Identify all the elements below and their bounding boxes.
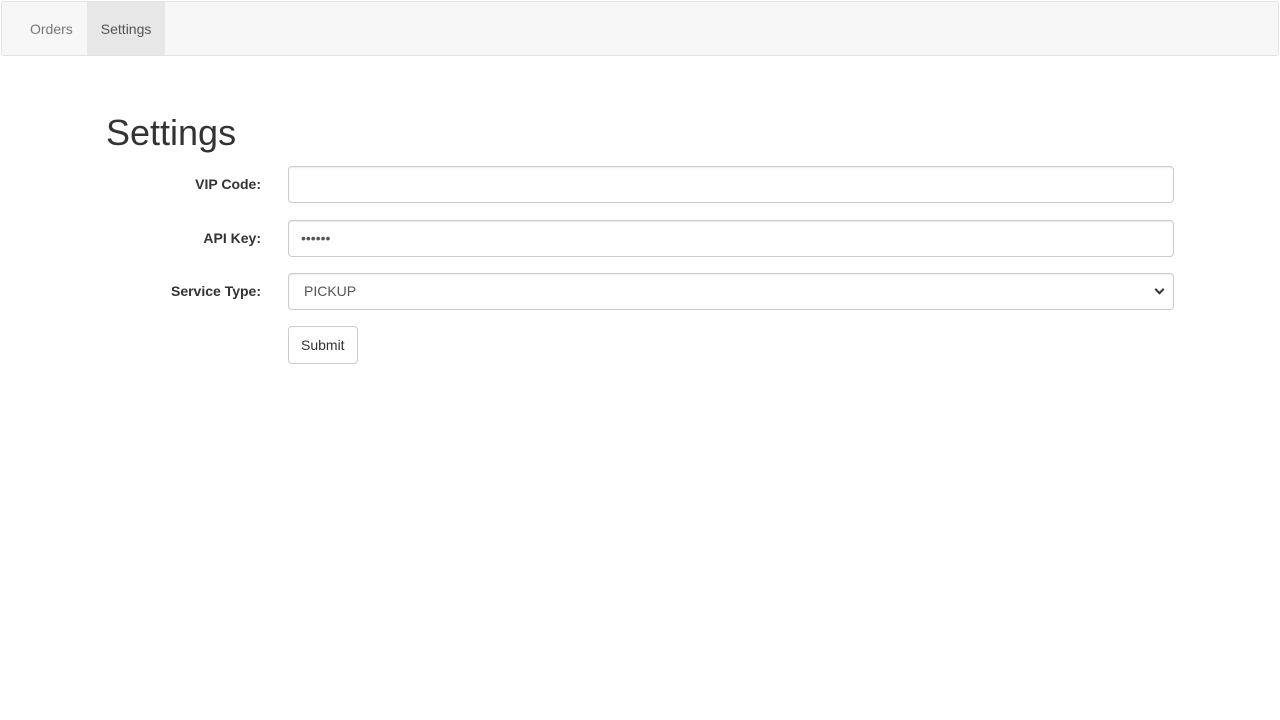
service-type-row: Service Type: PICKUP xyxy=(106,272,1174,310)
api-key-input[interactable] xyxy=(288,219,1174,257)
chevron-down-icon xyxy=(1154,284,1165,295)
submit-button[interactable]: Submit xyxy=(288,326,358,364)
api-key-row: API Key: xyxy=(106,219,1174,257)
vip-code-label: VIP Code: xyxy=(195,176,261,192)
nav-item-orders[interactable]: Orders xyxy=(16,2,87,55)
page-title: Settings xyxy=(106,112,237,153)
top-navbar: Orders Settings xyxy=(1,1,1279,56)
vip-code-input[interactable] xyxy=(288,165,1174,203)
service-type-select[interactable]: PICKUP xyxy=(288,272,1174,310)
service-type-label: Service Type: xyxy=(170,283,261,299)
vip-code-row: VIP Code: xyxy=(106,165,1174,203)
nav-item-settings[interactable]: Settings xyxy=(86,2,166,55)
service-type-selected-value: PICKUP xyxy=(304,283,357,299)
api-key-label: API Key: xyxy=(203,230,261,246)
